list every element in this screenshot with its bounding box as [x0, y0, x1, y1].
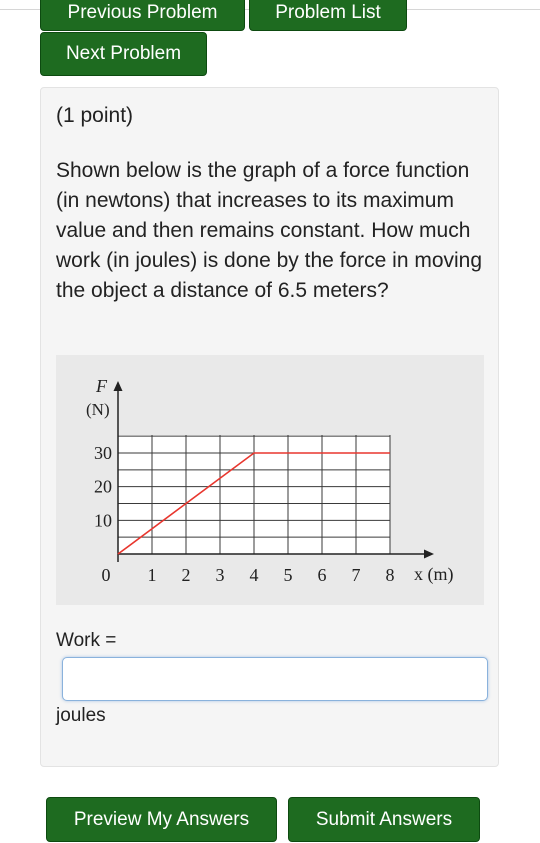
- y-axis-arrow: [113, 381, 123, 391]
- x-tick-label: 7: [352, 565, 361, 585]
- previous-problem-button[interactable]: Previous Problem: [40, 0, 245, 31]
- x-tick-label: 5: [284, 565, 293, 585]
- x-tick-label: 0: [102, 565, 111, 585]
- x-tick-label: 3: [216, 565, 225, 585]
- x-tick-label: 1: [148, 565, 157, 585]
- next-problem-button[interactable]: Next Problem: [40, 32, 207, 76]
- force-graph: 0 1 2 3 4 5 6 7 8 10 20 30 x (m) F (N): [56, 355, 484, 605]
- preview-answers-button[interactable]: Preview My Answers: [46, 797, 277, 842]
- x-axis-arrow: [424, 549, 434, 559]
- work-label: Work =: [56, 630, 117, 651]
- x-tick-label: 8: [386, 565, 395, 585]
- problem-list-button[interactable]: Problem List: [249, 0, 407, 31]
- y-axis-unit: (N): [86, 400, 110, 419]
- force-graph-svg: 0 1 2 3 4 5 6 7 8 10 20 30 x (m) F (N): [86, 376, 454, 585]
- submit-answers-button[interactable]: Submit Answers: [288, 797, 480, 842]
- units-label: joules: [56, 705, 106, 726]
- x-tick-label: 2: [182, 565, 191, 585]
- y-tick-label: 30: [94, 443, 112, 463]
- point-value: (1 point): [56, 104, 134, 127]
- x-tick-label: 6: [318, 565, 327, 585]
- y-axis-variable: F: [95, 376, 108, 396]
- problem-text: Shown below is the graph of a force func…: [56, 159, 483, 302]
- x-axis-label: x (m): [414, 564, 454, 585]
- work-answer-input[interactable]: [62, 657, 488, 701]
- y-tick-label: 20: [94, 477, 112, 497]
- y-tick-label: 10: [94, 510, 112, 530]
- x-tick-label: 4: [250, 565, 259, 585]
